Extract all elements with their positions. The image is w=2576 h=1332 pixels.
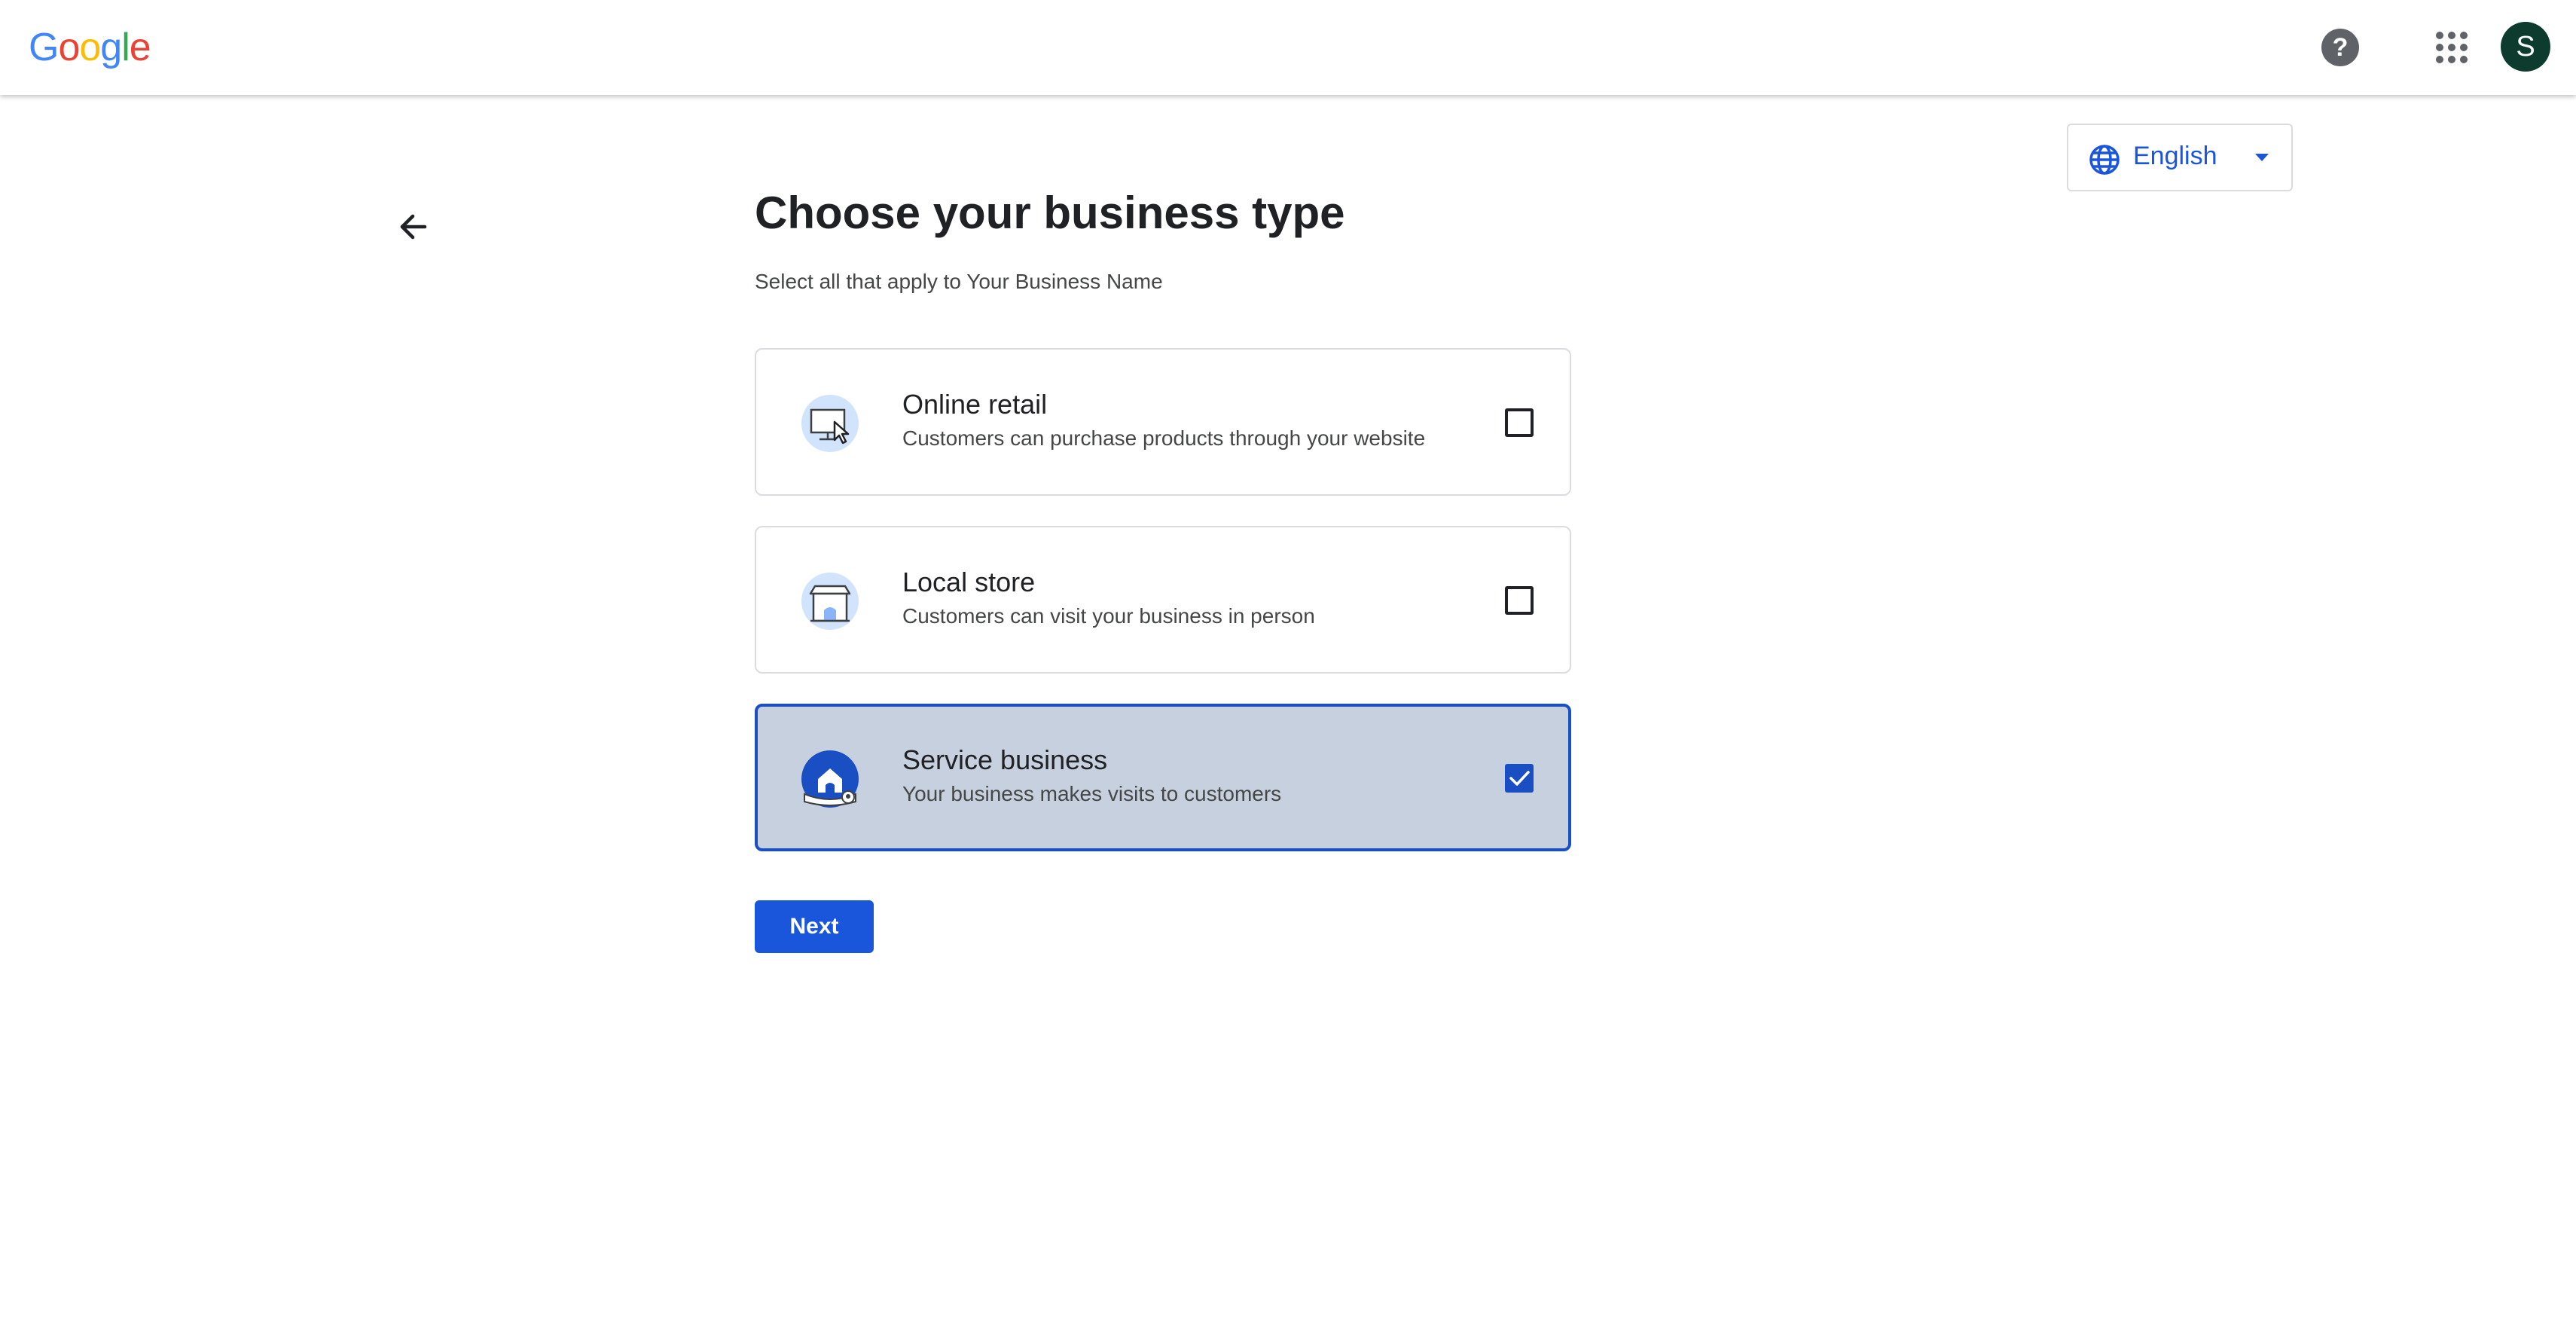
google-logo[interactable]: Google xyxy=(29,21,151,74)
logo-letter: G xyxy=(29,26,59,69)
help-circle-icon: ? xyxy=(2332,32,2349,62)
caret-down-icon xyxy=(2255,154,2269,161)
account-avatar[interactable]: S xyxy=(2501,22,2550,72)
page-title: Choose your business type xyxy=(755,188,1345,238)
logo-letter: l xyxy=(121,26,130,69)
option-description: Customers can visit your business in per… xyxy=(902,604,1315,628)
next-button[interactable]: Next xyxy=(755,900,874,953)
arrow-back-icon xyxy=(400,214,427,240)
back-button[interactable] xyxy=(392,205,435,249)
help-button[interactable]: ? xyxy=(2321,29,2359,66)
option-online-retail[interactable]: Online retail Customers can purchase pro… xyxy=(755,348,1571,496)
option-title: Online retail xyxy=(902,389,1048,420)
logo-letter: g xyxy=(100,26,122,69)
checkmark-icon xyxy=(1509,771,1530,786)
option-local-store[interactable]: Local store Customers can visit your bus… xyxy=(755,526,1571,674)
option-service-business[interactable]: Service business Your business makes vis… xyxy=(755,704,1571,851)
globe-icon xyxy=(2089,145,2120,175)
avatar-initial: S xyxy=(2516,30,2535,63)
home-service-icon xyxy=(801,750,859,808)
computer-cursor-icon xyxy=(801,395,859,452)
option-description: Customers can purchase products through … xyxy=(902,426,1426,450)
option-title: Service business xyxy=(902,744,1108,775)
service-business-checkbox[interactable] xyxy=(1505,764,1534,793)
apps-grid-icon[interactable] xyxy=(2434,30,2469,65)
top-app-bar: Google ? S xyxy=(0,0,2576,95)
logo-letter: o xyxy=(58,26,80,69)
page-subtitle: Select all that apply to Your Business N… xyxy=(755,270,1163,293)
local-store-checkbox[interactable] xyxy=(1505,586,1534,615)
language-label: English xyxy=(2133,142,2217,170)
option-description: Your business makes visits to customers xyxy=(902,782,1282,805)
next-button-label: Next xyxy=(789,914,839,939)
option-title: Local store xyxy=(902,567,1036,597)
logo-letter: e xyxy=(129,26,151,69)
online-retail-checkbox[interactable] xyxy=(1505,408,1534,437)
storefront-icon xyxy=(801,573,859,630)
logo-letter: o xyxy=(79,26,101,69)
language-selector[interactable]: English xyxy=(2067,124,2293,191)
